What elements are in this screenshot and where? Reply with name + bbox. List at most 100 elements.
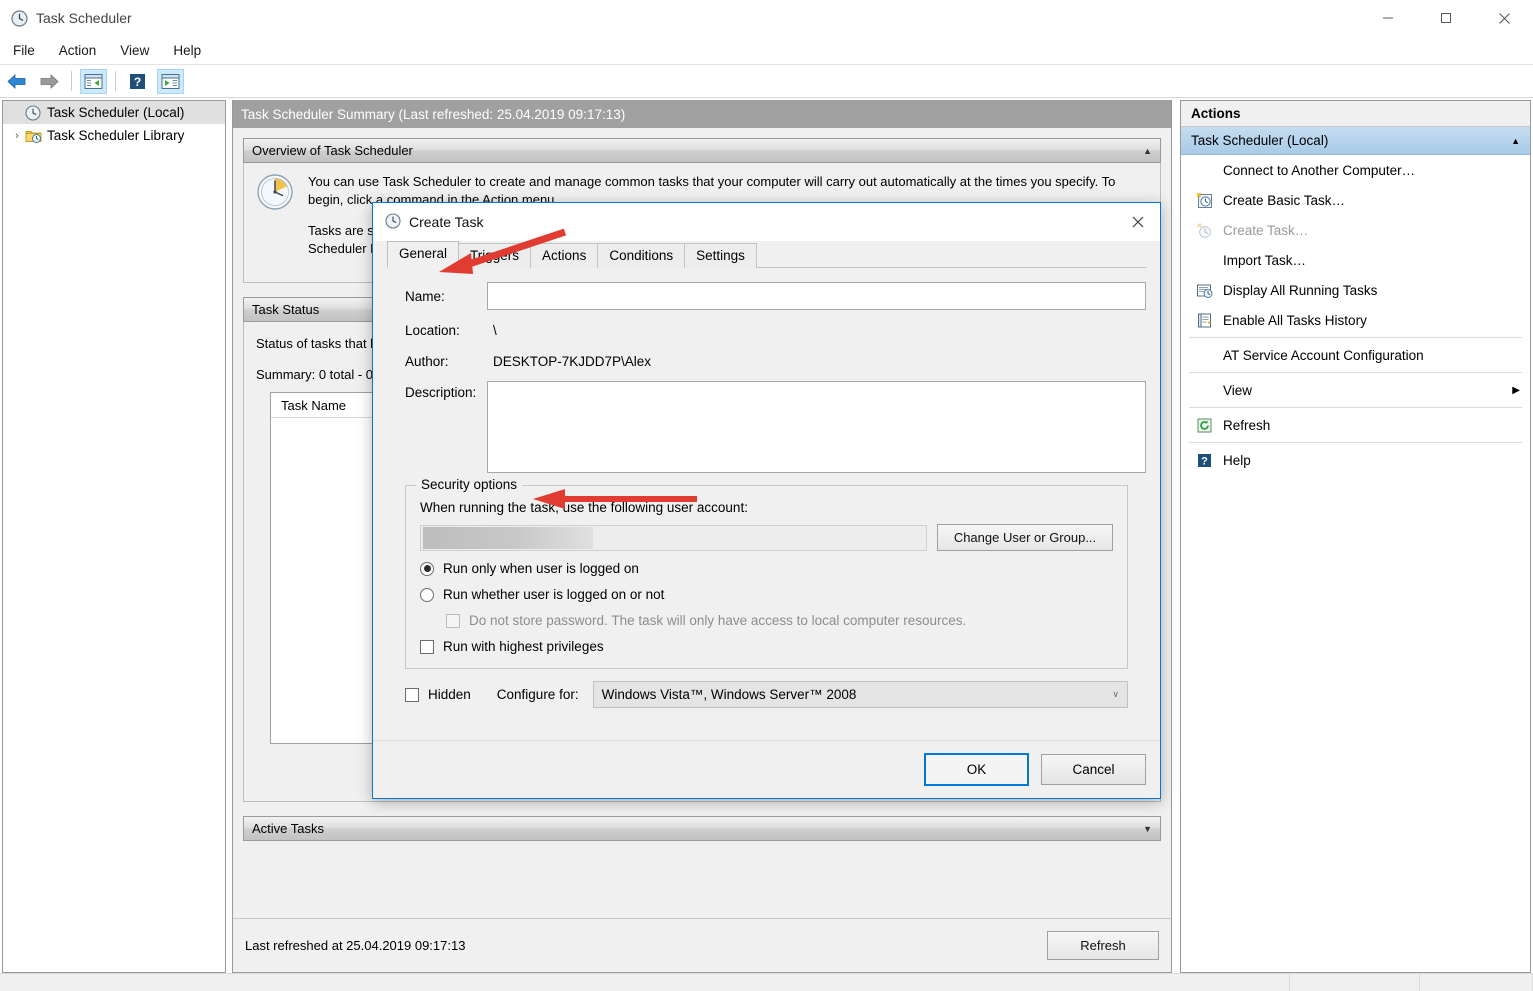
security-options-group: Security options When running the task, … [405,477,1128,669]
clock-icon [25,104,44,121]
show-hide-console-tree-icon[interactable] [80,68,107,94]
help-icon[interactable]: ? [124,69,151,94]
action-view[interactable]: View ▶ [1181,375,1530,405]
history-icon [1191,312,1217,329]
name-input[interactable] [487,282,1146,310]
active-tasks-section-header[interactable]: Active Tasks ▼ [243,816,1161,841]
forward-arrow-icon[interactable] [36,69,63,94]
description-input[interactable] [487,381,1146,473]
actions-pane: Actions Task Scheduler (Local) ▲ Connect… [1180,100,1531,973]
close-button[interactable] [1475,0,1533,36]
hidden-label: Hidden [428,687,471,702]
chevron-down-icon[interactable]: ∨ [1112,689,1119,700]
tree-item-label: Task Scheduler (Local) [47,105,185,120]
tree-item-task-scheduler-local[interactable]: Task Scheduler (Local) [3,101,225,124]
menu-file[interactable]: File [2,40,46,61]
name-label: Name: [405,288,445,304]
status-segment-1 [0,974,1290,991]
author-value: DESKTOP-7KJDD7P\Alex [487,350,1146,372]
action-label: Enable All Tasks History [1223,312,1367,328]
checkbox-label: Run with highest privileges [443,639,604,654]
refresh-button[interactable]: Refresh [1047,931,1159,960]
menu-help[interactable]: Help [162,40,212,61]
checkbox-indicator[interactable] [420,639,434,654]
actions-separator-4 [1189,442,1522,443]
action-at-service-account-configuration[interactable]: AT Service Account Configuration [1181,340,1530,370]
configure-for-value: Windows Vista™, Windows Server™ 2008 [601,687,857,702]
ok-button[interactable]: OK [924,753,1029,786]
name-row: Name: [387,282,1146,310]
author-label: Author: [405,353,449,369]
checkbox-hidden[interactable]: Hidden [405,687,471,702]
location-value: \ [487,319,1146,341]
menu-action[interactable]: Action [48,40,108,61]
tab-general[interactable]: General [387,241,460,268]
action-connect-to-another-computer[interactable]: Connect to Another Computer… [1181,155,1530,185]
dialog-footer: OK Cancel [373,740,1160,798]
tree-expander-chevron-icon[interactable]: › [9,130,25,142]
action-create-task: Create Task… [1181,215,1530,245]
action-enable-all-tasks-history[interactable]: Enable All Tasks History [1181,305,1530,335]
dialog-close-button[interactable] [1116,203,1160,241]
dialog-titlebar: Create Task [373,203,1160,241]
radio-label: Run only when user is logged on [443,561,639,576]
overview-section-title: Overview of Task Scheduler [252,143,413,158]
tree-item-task-scheduler-library[interactable]: › Task Scheduler Library [3,124,225,147]
checkbox-run-with-highest-privileges[interactable]: Run with highest privileges [420,639,1113,654]
radio-run-only-when-logged-on[interactable]: Run only when user is logged on [420,561,1113,576]
radio-run-whether-logged-on-or-not[interactable]: Run whether user is logged on or not [420,587,1113,602]
tab-conditions[interactable]: Conditions [597,243,686,268]
checkbox-indicator[interactable] [405,687,419,702]
last-refreshed-label: Last refreshed at 25.04.2019 09:17:13 [245,938,466,953]
svg-text:?: ? [134,75,141,89]
redacted-account-value [423,526,593,549]
maximize-button[interactable] [1417,0,1475,36]
action-label: View [1223,382,1253,398]
author-row: Author: DESKTOP-7KJDD7P\Alex [387,350,1146,372]
overview-section-header[interactable]: Overview of Task Scheduler ▲ [243,138,1161,163]
menubar: File Action View Help [0,36,1533,65]
dialog-tabstrip: General Triggers Actions Conditions Sett… [387,241,1160,268]
location-row: Location: \ [387,319,1146,341]
configure-for-select[interactable]: Windows Vista™, Windows Server™ 2008 ∨ [592,681,1128,708]
cancel-button[interactable]: Cancel [1041,754,1146,785]
show-hide-action-pane-icon[interactable] [157,68,184,94]
configure-for-label: Configure for: [496,687,579,702]
toolbar-separator-2 [115,71,116,91]
actions-separator-1 [1189,337,1522,338]
task-scheduler-window: Task Scheduler File Action View Help ? T… [0,0,1533,991]
tab-actions[interactable]: Actions [530,243,599,268]
action-label: Import Task… [1223,252,1307,268]
chevron-up-icon[interactable]: ▲ [1511,136,1520,146]
radio-indicator[interactable] [420,587,434,602]
action-help[interactable]: ? Help [1181,445,1530,475]
tree-item-label: Task Scheduler Library [47,128,185,143]
action-refresh[interactable]: Refresh [1181,410,1530,440]
back-arrow-icon[interactable] [3,69,30,94]
checkbox-do-not-store-password: Do not store password. The task will onl… [446,613,1113,628]
tab-settings[interactable]: Settings [684,243,757,268]
window-controls [1359,0,1533,36]
minimize-button[interactable] [1359,0,1417,36]
change-user-or-group-button[interactable]: Change User or Group... [937,524,1113,551]
action-create-basic-task[interactable]: Create Basic Task… [1181,185,1530,215]
action-label: Create Basic Task… [1223,192,1346,208]
actions-group-header[interactable]: Task Scheduler (Local) ▲ [1181,127,1530,155]
console-tree-pane: Task Scheduler (Local) › Task Scheduler … [2,100,226,973]
tab-triggers[interactable]: Triggers [458,243,532,268]
refresh-icon [1191,417,1217,434]
action-display-all-running-tasks[interactable]: Display All Running Tasks [1181,275,1530,305]
chevron-right-icon[interactable]: ▶ [1512,385,1520,396]
chevron-up-icon[interactable]: ▲ [1143,146,1152,156]
radio-indicator[interactable] [420,561,434,576]
actions-separator-2 [1189,372,1522,373]
action-import-task[interactable]: Import Task… [1181,245,1530,275]
chevron-down-icon[interactable]: ▼ [1143,824,1152,834]
action-label: Display All Running Tasks [1223,282,1378,298]
menu-view[interactable]: View [109,40,160,61]
os-status-strip [0,973,1533,991]
actions-group-label: Task Scheduler (Local) [1191,133,1329,148]
user-account-field[interactable] [420,524,927,551]
action-label: Help [1223,452,1251,468]
action-label: Connect to Another Computer… [1223,162,1416,178]
